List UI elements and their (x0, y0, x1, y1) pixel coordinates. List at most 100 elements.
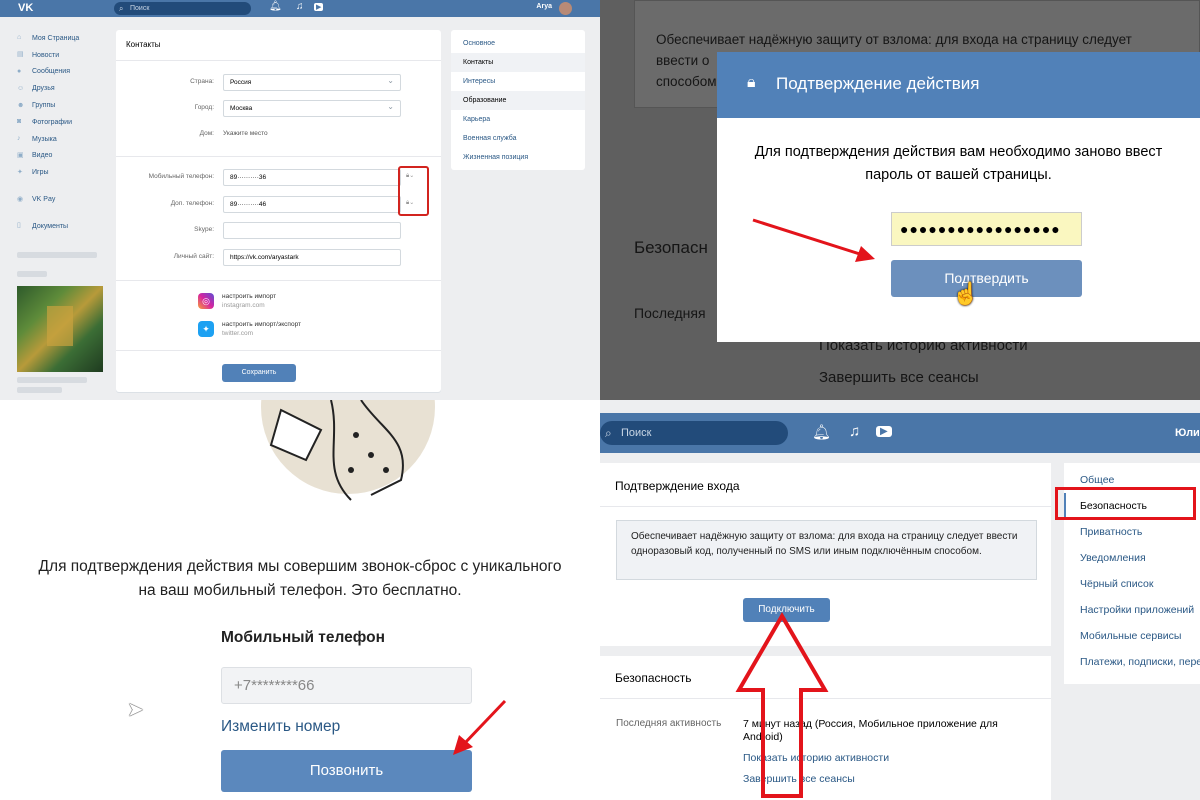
nav-item-friends[interactable]: ☺ Друзья (17, 80, 112, 97)
home-link[interactable]: Укажите место (223, 130, 268, 137)
country-select[interactable]: Россия (223, 74, 401, 91)
twitter-icon: ✦ (198, 321, 214, 337)
nav-item-groups[interactable]: ☻ Группы (17, 97, 112, 114)
nav-item-video[interactable]: ▣ Видео (17, 148, 112, 165)
divider (116, 156, 441, 157)
blurred-text (17, 252, 97, 258)
confirm-button[interactable]: Подтвердить (891, 260, 1082, 297)
blurred-text (17, 271, 47, 277)
left-nav: ⌂ Моя Страница ▤ Новости ● Сообщения ☺ Друзь… (17, 30, 112, 235)
vk-logo[interactable]: VK (18, 2, 33, 14)
side-item-contacts[interactable]: Контакты (451, 53, 585, 72)
nav-item-documents[interactable]: ▯ Документы (17, 218, 112, 235)
menu-item-blacklist[interactable]: Чёрный список (1064, 571, 1200, 597)
modal-header: 🔒︎ Подтверждение действия (717, 52, 1200, 118)
nav-label: Документы (32, 222, 69, 230)
call-button[interactable]: Позвонить (221, 750, 472, 792)
instagram-import[interactable]: ◎ настроить импорт instagram.com (198, 292, 276, 310)
modal-title: Подтверждение действия (776, 74, 980, 93)
nav-label: Группы (32, 102, 56, 110)
hand-cursor-icon: ☝ (952, 281, 980, 306)
mobile-label: Мобильный телефон: (148, 173, 214, 180)
news-icon: ▤ (17, 51, 24, 59)
divider (600, 506, 1051, 507)
side-item-education[interactable]: Образование (451, 91, 585, 110)
user-name[interactable]: Юлия (1175, 427, 1200, 439)
nav-item-photos[interactable]: ◙ Фотографии (17, 114, 112, 131)
twitter-import[interactable]: ✦ настроить импорт/экспорт twitter.com (198, 320, 301, 338)
twitter-action[interactable]: настроить импорт/экспорт (222, 320, 301, 329)
side-item-life-position[interactable]: Жизненная позиция (451, 148, 585, 167)
search-input[interactable]: ⌕ Поиск (600, 421, 788, 445)
nav-label: Видео (32, 152, 53, 160)
site-row: Личный сайт: https://vk.com/aryastark (116, 249, 441, 266)
site-input[interactable]: https://vk.com/aryastark (223, 249, 401, 266)
side-item-basic[interactable]: Основное (451, 34, 585, 53)
lock-icon: 🔒︎ (747, 74, 756, 91)
play-icon[interactable]: ▶ (876, 426, 892, 437)
side-item-interests[interactable]: Интересы (451, 72, 585, 91)
skype-input[interactable] (223, 222, 401, 239)
extra-phone-input[interactable]: 89··········46 (223, 196, 401, 213)
bg-info-line: ввести о (656, 53, 710, 68)
home-icon: ⌂ (17, 34, 22, 42)
instagram-icon: ◎ (198, 293, 214, 309)
side-item-military[interactable]: Военная служба (451, 129, 585, 148)
call-message: на ваш мобильный телефон. Это бесплатно. (138, 582, 462, 599)
save-button[interactable]: Сохранить (222, 364, 296, 382)
search-icon: ⌕ (605, 426, 612, 440)
nav-label: VK Pay (32, 196, 56, 204)
twitter-domain: twitter.com (222, 330, 254, 337)
bg-security-title: Безопасн (634, 238, 708, 257)
skype-row: Skype: (116, 222, 441, 239)
password-input[interactable]: ●●●●●●●●●●●●●●●●● (891, 212, 1082, 246)
lock-icon[interactable]: 🔒︎⌄ (406, 199, 414, 207)
phone-input[interactable]: +7********66 (221, 667, 472, 704)
skype-label: Skype: (194, 226, 214, 233)
instagram-action[interactable]: настроить импорт (222, 292, 276, 301)
divider (116, 350, 441, 351)
menu-item-notifications[interactable]: Уведомления (1064, 545, 1200, 571)
red-arrow-annotation (453, 699, 507, 755)
nav-item-my-page[interactable]: ⌂ Моя Страница (17, 30, 112, 47)
user-name[interactable]: Arya (536, 3, 552, 10)
bg-last-activity: Последняя (634, 305, 706, 321)
bell-icon[interactable]: 🔔︎ (269, 1, 282, 12)
card-title: Безопасность (615, 671, 692, 685)
nav-divider (17, 181, 112, 191)
bell-icon[interactable]: 🔔︎ (812, 423, 831, 441)
nav-label: Игры (32, 169, 49, 177)
blurred-ad-image[interactable] (17, 286, 103, 372)
divider (116, 280, 441, 281)
nav-item-games[interactable]: ✦ Игры (17, 164, 112, 181)
friends-icon: ☺ (17, 84, 25, 92)
menu-item-app-settings[interactable]: Настройки приложений (1064, 597, 1200, 623)
mobile-phone-input[interactable]: 89··········36 (223, 169, 401, 186)
change-number-link[interactable]: Изменить номер (221, 718, 340, 736)
nav-item-music[interactable]: ♪ Музыка (17, 131, 112, 148)
music-icon[interactable]: ♫ (849, 423, 860, 440)
menu-item-privacy[interactable]: Приватность (1064, 519, 1200, 545)
music-icon[interactable]: ♫ (296, 1, 304, 12)
nav-item-messages[interactable]: ● Сообщения (17, 64, 112, 81)
bg-end-sessions-link: Завершить все сеансы (819, 369, 979, 386)
side-item-career[interactable]: Карьера (451, 110, 585, 129)
chat-icon: ● (17, 67, 22, 75)
avatar[interactable] (559, 2, 572, 15)
home-label: Дом: (199, 130, 214, 137)
nav-item-vkpay[interactable]: ◉ VK Pay (17, 191, 112, 208)
nav-label: Моя Страница (32, 34, 80, 42)
city-select[interactable]: Москва (223, 100, 401, 117)
blurred-text (17, 387, 62, 393)
menu-item-mobile-services[interactable]: Мобильные сервисы (1064, 623, 1200, 649)
groups-icon: ☻ (17, 101, 25, 109)
nav-divider (17, 208, 112, 218)
nav-label: Фотографии (32, 118, 73, 126)
menu-item-payments[interactable]: Платежи, подписки, переводы (1064, 649, 1200, 675)
highlight-box (1055, 487, 1196, 520)
play-icon[interactable]: ▶ (314, 3, 324, 11)
modal-message: Для подтверждения действия вам необходим… (754, 144, 1163, 160)
nav-item-news[interactable]: ▤ Новости (17, 47, 112, 64)
search-input[interactable]: ⌕ Поиск (114, 2, 251, 15)
lock-icon[interactable]: 🔒︎⌄ (406, 172, 414, 180)
